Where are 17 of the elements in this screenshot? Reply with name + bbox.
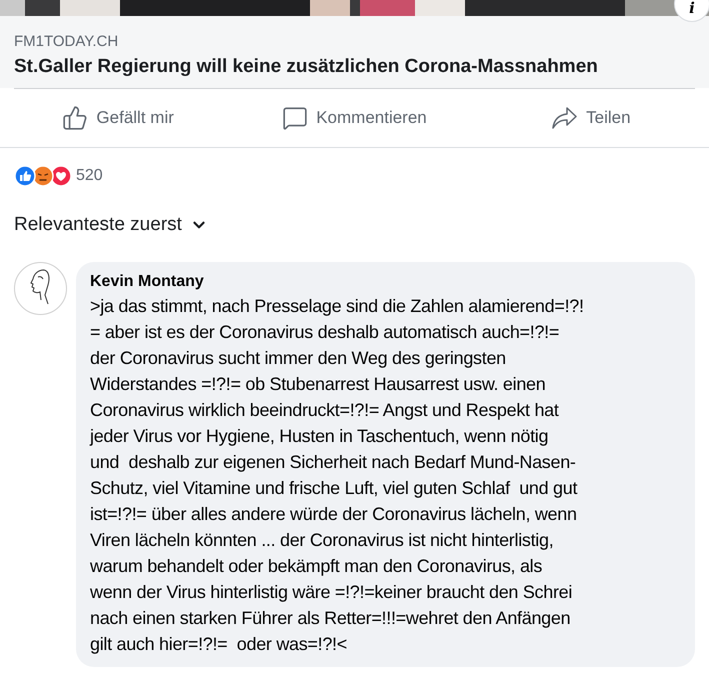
reaction-count[interactable]: 520 xyxy=(76,164,103,188)
link-preview-card[interactable]: FM1TODAY.CH St.Galler Regierung will keine zusätzlichen Corona-Massnahmen xyxy=(0,16,709,88)
comment-author[interactable]: Kevin Montany xyxy=(90,270,681,292)
share-button[interactable]: Teilen xyxy=(472,89,709,147)
like-button[interactable]: Gefällt mir xyxy=(0,89,236,147)
angry-reaction-icon xyxy=(32,165,54,187)
speech-bubble-icon xyxy=(282,105,308,131)
avatar xyxy=(14,262,67,314)
share-arrow-icon xyxy=(551,106,578,130)
comment-button[interactable]: Kommentieren xyxy=(236,89,473,147)
like-reaction-icon xyxy=(14,165,36,187)
source-domain: FM1TODAY.CH xyxy=(14,32,120,52)
sort-dropdown[interactable]: Relevanteste zuerst xyxy=(14,211,208,240)
thumbs-up-icon xyxy=(62,105,88,131)
link-title: St.Galler Regierung will keine zusätzlichen Corona-Massnahmen xyxy=(14,55,599,79)
comment-text: >ja das stimmt, nach Presselage sind die Zahlen alamierend=!?! = aber ist es der Coronavirus deshalb automatisch auch=!?!= der Coronavirus sucht immer den Weg des geringsten Widerstandes =!?!= ob Stubenarrest Hausarrest usw. einen Coronavirus wirklich beeindruckt=!?!= Angst und Respekt hat jeder Virus vor Hygiene, Husten in Taschentuch, wenn nötig und deshalb zur eigenen Sicherheit nach Bedarf Mund-Nasen- Schutz, viel Vitamine und frische Luft, viel guten Schlaf und gut ist=!?!= über alles andere würde der Coronavirus lächeln, wenn Viren lächeln könnten ... der Coronavirus ist nicht hinterlistig, warum behandelt oder bekämpft man den Coronavirus, als wenn der Virus hinterlistig wäre =!?!=keiner braucht den Schrei nach einen starken Führer als Retter=!!!=wehret den Anfängen gilt auch hier=!?!= oder was=!?!< xyxy=(90,294,585,656)
heart-reaction-icon xyxy=(50,165,72,187)
